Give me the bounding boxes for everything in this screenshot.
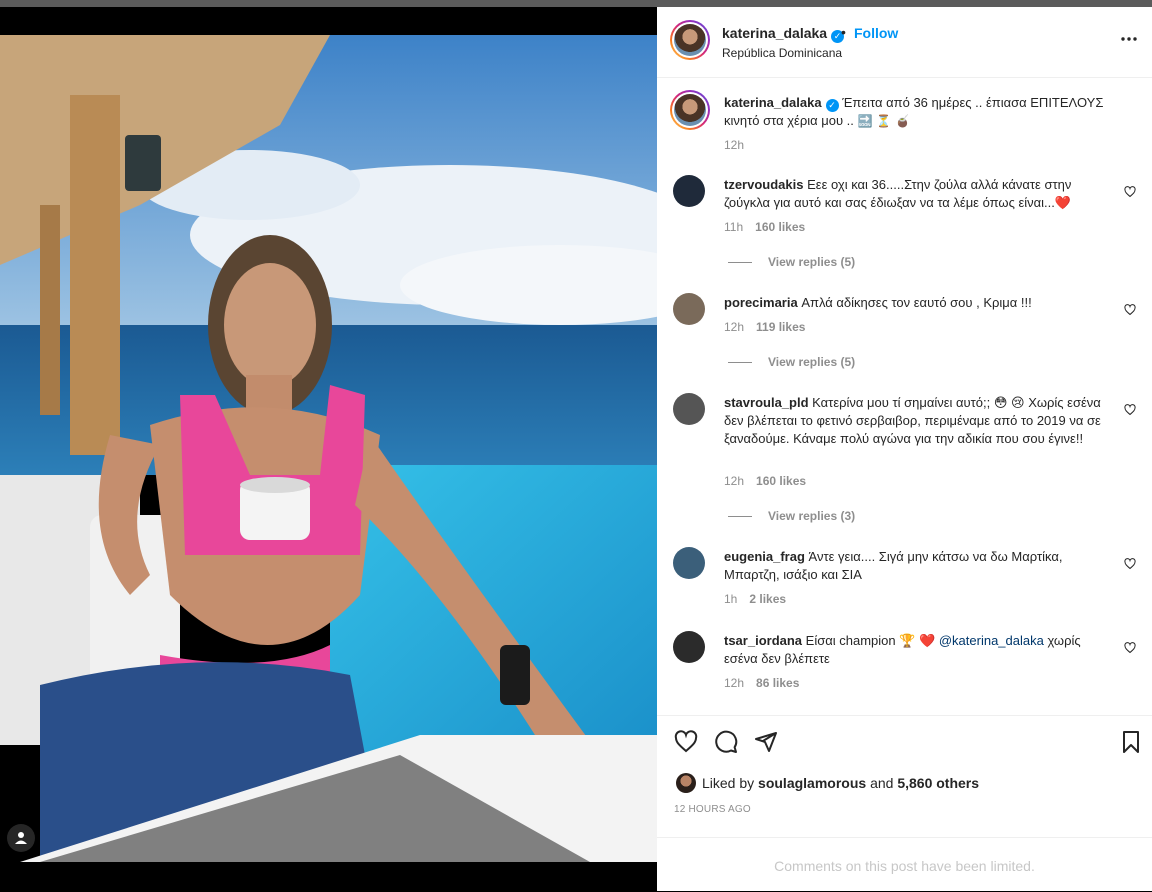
window-top-bar — [0, 0, 1152, 7]
follow-button[interactable]: Follow — [854, 25, 898, 41]
commenter-name[interactable]: tzervoudakis — [724, 177, 803, 192]
caption-emoji: 🔜 ⏳ 🧉 — [857, 114, 910, 128]
commenter-avatar[interactable] — [673, 631, 705, 663]
post-header: katerina_dalaka ✓ • Follow República Domi… — [657, 7, 1152, 78]
like-comment-heart-icon[interactable] — [1124, 642, 1136, 654]
like-comment-heart-icon[interactable] — [1124, 186, 1136, 198]
post-photo — [0, 35, 657, 862]
comment-meta: 12h 86 likes — [724, 676, 799, 690]
comment-text: porecimaria Απλά αδίκησες τον εαυτό σου … — [724, 295, 1032, 310]
caption-avatar[interactable] — [670, 90, 710, 130]
comment-likes[interactable]: 2 likes — [749, 592, 786, 606]
post-photo-illustration — [0, 35, 657, 862]
comment-likes[interactable]: 86 likes — [756, 676, 799, 690]
comment-time: 11h — [724, 220, 744, 234]
commenter-name[interactable]: stavroula_pld — [724, 395, 809, 410]
caption-time: 12h — [724, 138, 745, 152]
comment-meta: 12h 119 likes — [724, 320, 805, 334]
comments-list[interactable]: katerina_dalaka ✓ Έπειτα από 36 ημέρες ..… — [657, 79, 1152, 715]
like-comment-heart-icon[interactable] — [1124, 558, 1136, 570]
comment-time: 1h — [724, 592, 738, 606]
view-replies-button[interactable]: View replies (5) — [728, 255, 855, 269]
caption-text: katerina_dalaka ✓ Έπειτα από 36 ημέρες ..… — [724, 94, 1104, 130]
comment-time: 12h — [724, 676, 745, 690]
commenter-name[interactable]: eugenia_frag — [724, 549, 805, 564]
author-name[interactable]: katerina_dalaka ✓ — [722, 25, 845, 43]
view-replies-button[interactable]: View replies (5) — [728, 355, 855, 369]
commenter-name[interactable]: tsar_iordana — [724, 633, 802, 648]
view-replies-button[interactable]: View replies (3) — [728, 509, 855, 523]
post-location[interactable]: República Dominicana — [722, 46, 842, 60]
comment-time: 12h — [724, 474, 745, 488]
comment-meta: 12h 160 likes — [724, 474, 806, 488]
author-avatar[interactable] — [670, 20, 710, 60]
liked-by-user[interactable]: soulaglamorous — [758, 775, 866, 791]
comment-text: eugenia_frag Άντε γεια.... Σιγά μην κάτσ… — [724, 549, 1063, 582]
mention-link[interactable]: @katerina_dalaka — [939, 633, 1044, 648]
caption-author[interactable]: katerina_dalaka — [724, 95, 822, 110]
like-heart-icon[interactable] — [674, 730, 698, 754]
comment-meta: 1h 2 likes — [724, 592, 786, 606]
comment-text: tzervoudakis Εεε οχι και 36.....Στην ζού… — [724, 177, 1072, 210]
bookmark-icon[interactable] — [1119, 730, 1143, 754]
comments-limited-notice: Comments on this post have been limited. — [657, 837, 1152, 892]
more-options-icon[interactable] — [1120, 31, 1138, 42]
post-sidebar: katerina_dalaka ✓ • Follow República Domi… — [657, 7, 1152, 891]
photo-panel — [0, 7, 657, 891]
commenter-avatar[interactable] — [673, 293, 705, 325]
comment-likes[interactable]: 160 likes — [756, 474, 806, 488]
comment-likes[interactable]: 160 likes — [755, 220, 805, 234]
comment-time: 12h — [724, 320, 745, 334]
commenter-name[interactable]: porecimaria — [724, 295, 798, 310]
liked-by-summary: Liked by soulaglamorous and 5,860 others — [702, 775, 980, 791]
comment-bubble-icon[interactable] — [714, 730, 738, 754]
share-send-icon[interactable] — [754, 730, 778, 754]
comment-meta: 11h 160 likes — [724, 220, 805, 234]
commenter-avatar[interactable] — [673, 175, 705, 207]
liked-by-avatar[interactable] — [676, 773, 696, 793]
liked-by-others[interactable]: 5,860 others — [897, 775, 979, 791]
like-comment-heart-icon[interactable] — [1124, 404, 1136, 416]
post-actions: Liked by soulaglamorous and 5,860 others… — [657, 715, 1152, 891]
like-comment-heart-icon[interactable] — [1124, 304, 1136, 316]
commenter-avatar[interactable] — [673, 393, 705, 425]
tagged-user-icon[interactable] — [7, 824, 35, 852]
comment-text: stavroula_pld Κατερίνα μου τί σημαίνει α… — [724, 395, 1101, 446]
post-time[interactable]: 12 HOURS AGO — [674, 804, 751, 815]
commenter-avatar[interactable] — [673, 547, 705, 579]
comment-likes[interactable]: 119 likes — [756, 320, 805, 334]
comment-text: tsar_iordana Είσαι champion 🏆 ❤️ @kateri… — [724, 633, 1081, 666]
separator-dot: • — [841, 24, 846, 40]
verified-icon: ✓ — [825, 99, 839, 112]
